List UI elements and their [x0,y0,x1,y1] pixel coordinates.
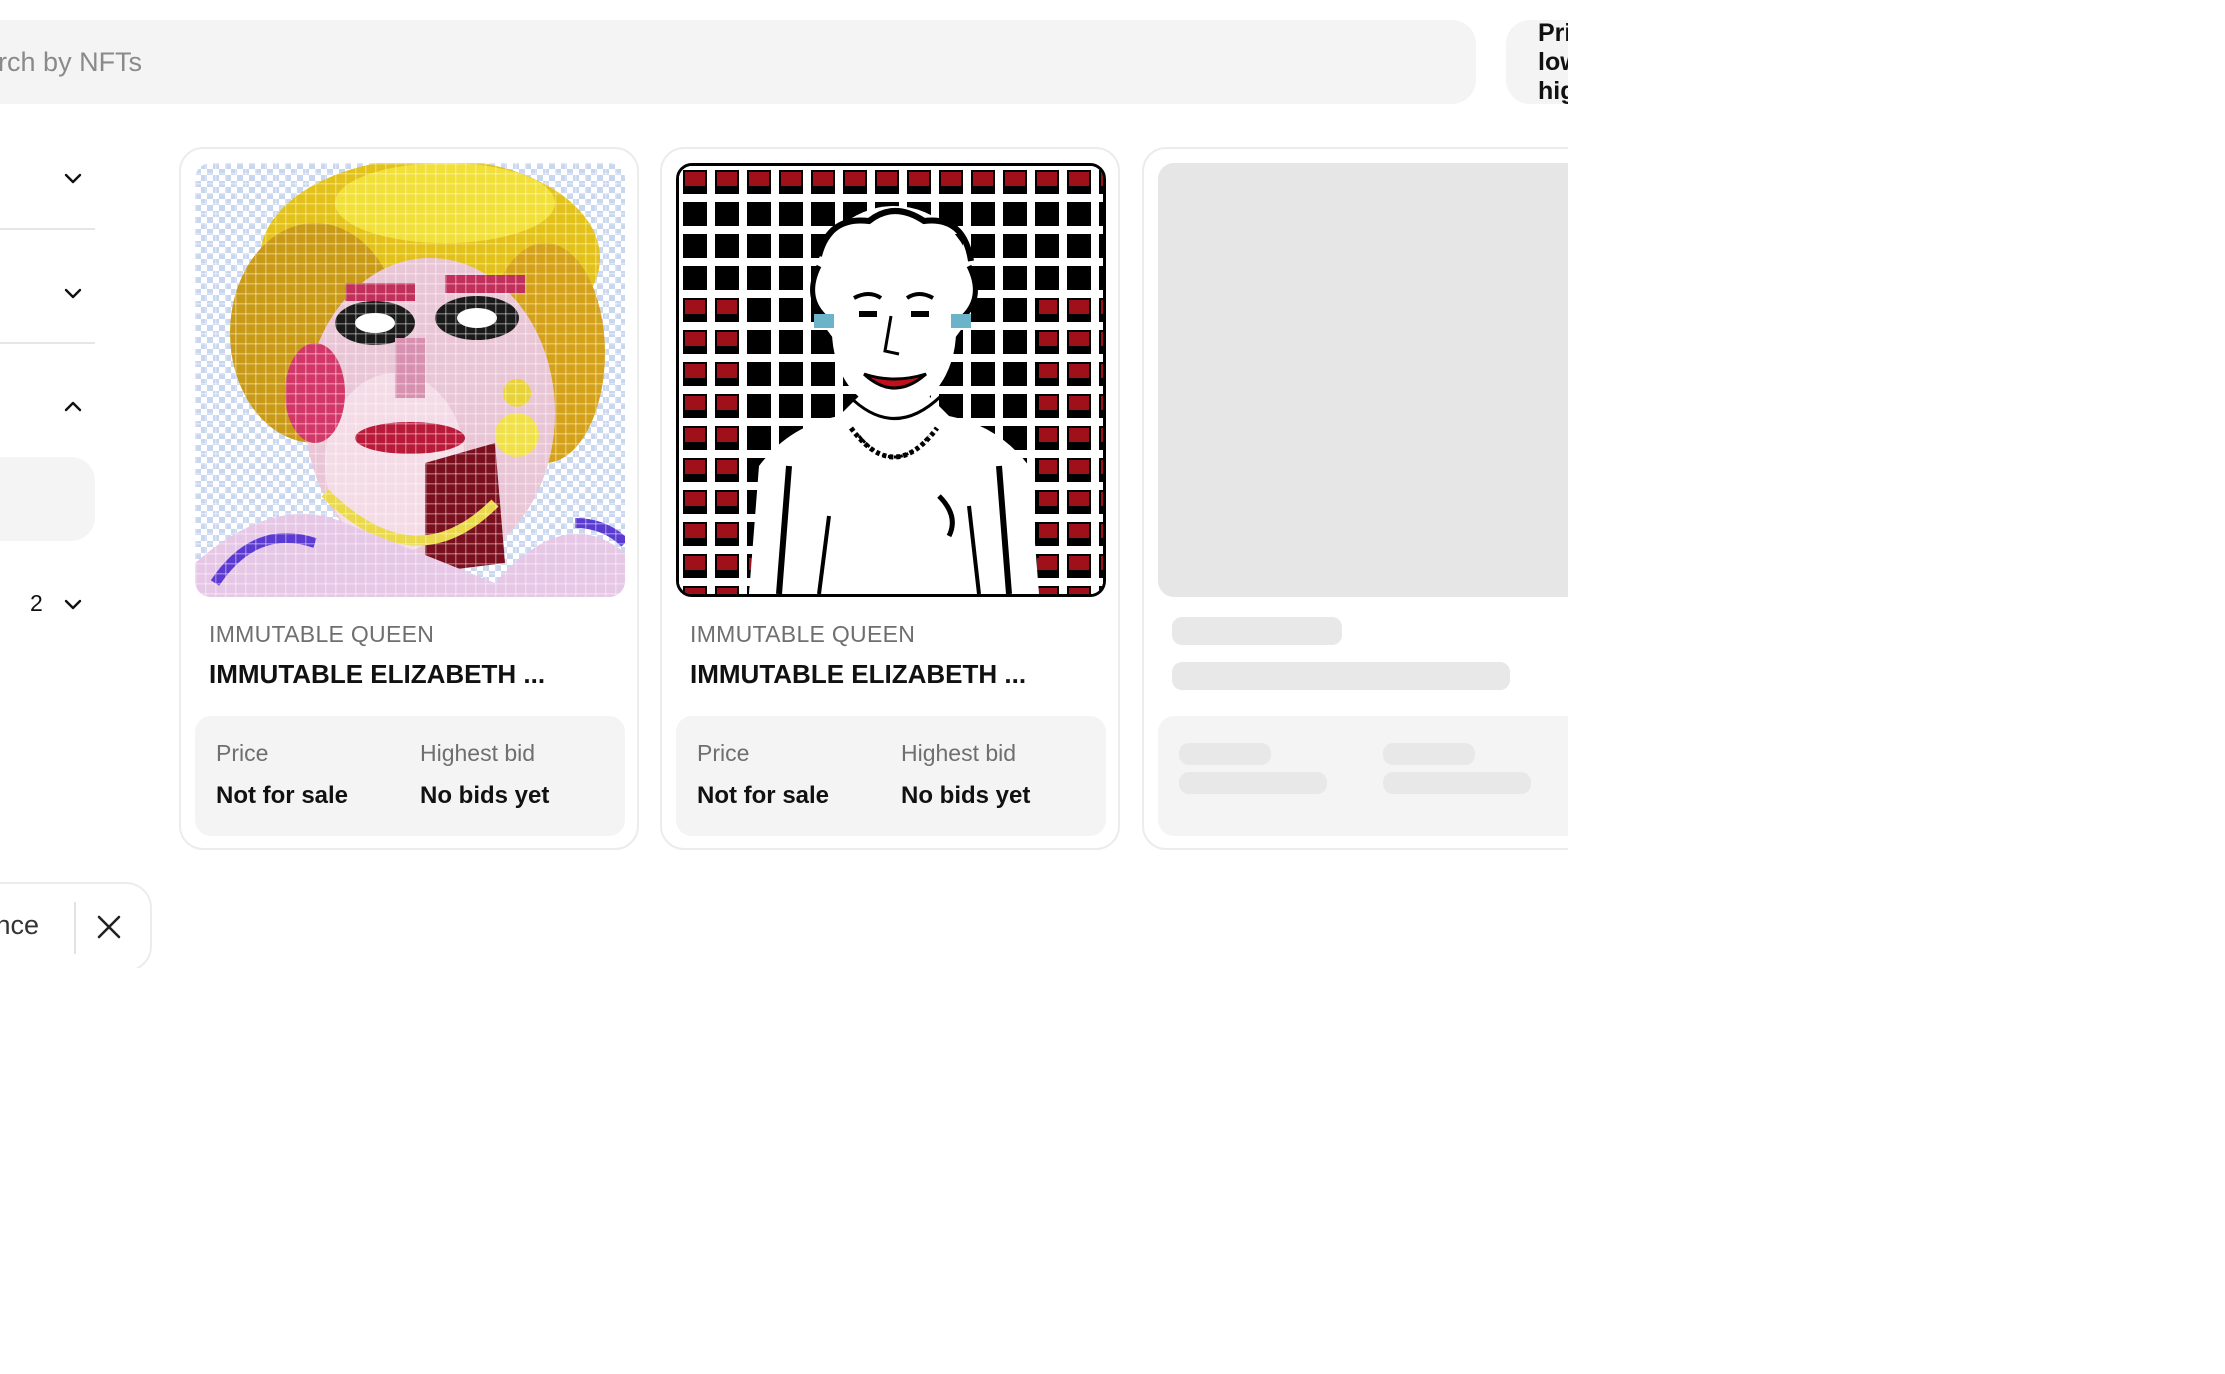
highest-bid-label: Highest bid [420,740,536,766]
filter-divider [0,228,95,230]
search-bar[interactable] [0,20,1476,104]
skeleton-line [1172,617,1342,645]
filter-text-field[interactable] [0,457,95,541]
chevron-down-icon [64,173,82,184]
price-label: Price [697,740,750,766]
search-input[interactable] [0,45,1468,79]
highest-bid-value: No bids yet [420,782,550,809]
nft-card[interactable]: IMMUTABLE QUEEN IMMUTABLE ELIZABETH ... … [660,147,1120,850]
chevron-up-icon [64,401,82,412]
close-icon[interactable] [96,914,122,940]
filter-count: 2 [30,590,43,616]
skeleton-line [1179,743,1271,765]
highest-bid-label: Highest bid [901,740,1017,766]
nft-image[interactable] [676,163,1106,597]
filter-chip-label: Rarity: Licence [0,910,39,940]
sort-dropdown[interactable]: Price: low to high [1506,18,1568,105]
nft-card[interactable]: IMMUTABLE QUEEN IMMUTABLE ELIZABETH ... … [179,147,639,850]
skeleton-line [1172,662,1510,690]
price-info-panel: Price Not for sale Highest bid No bids y… [195,716,625,836]
filter-section-toggle-3[interactable] [0,378,95,438]
skeleton-line [1383,743,1475,765]
pixel-portrait-image [195,163,625,597]
nft-image[interactable] [195,163,625,597]
skeleton-line [1383,772,1531,794]
collection-name: IMMUTABLE QUEEN [690,621,916,647]
filter-section-toggle-4[interactable]: 2 [0,578,95,632]
nft-title[interactable]: IMMUTABLE ELIZABETH ... [209,659,545,690]
filter-section-toggle-1[interactable] [0,150,95,210]
price-label: Price [216,740,269,766]
loading-card-skeleton [1142,147,1568,850]
skeleton-image [1158,163,1568,597]
price-info-panel: Price Not for sale Highest bid No bids y… [676,716,1106,836]
highest-bid-value: No bids yet [901,782,1031,809]
price-value: Not for sale [216,782,349,809]
active-filter-chip: Rarity: Licence [0,882,152,968]
filter-divider [0,342,95,344]
chip-separator [74,902,76,954]
nft-title[interactable]: IMMUTABLE ELIZABETH ... [690,659,1026,690]
sort-dropdown-label: Price: low to high [1538,18,1568,105]
filter-section-toggle-2[interactable] [0,264,95,324]
marketplace-page: Price: low to high 2 [0,0,1568,968]
skeleton-line [1179,772,1327,794]
collection-name: IMMUTABLE QUEEN [209,621,435,647]
price-value: Not for sale [697,782,830,809]
chevron-down-icon [64,599,82,610]
chevron-down-icon [64,288,82,299]
pixel-portrait-image [679,166,1103,594]
